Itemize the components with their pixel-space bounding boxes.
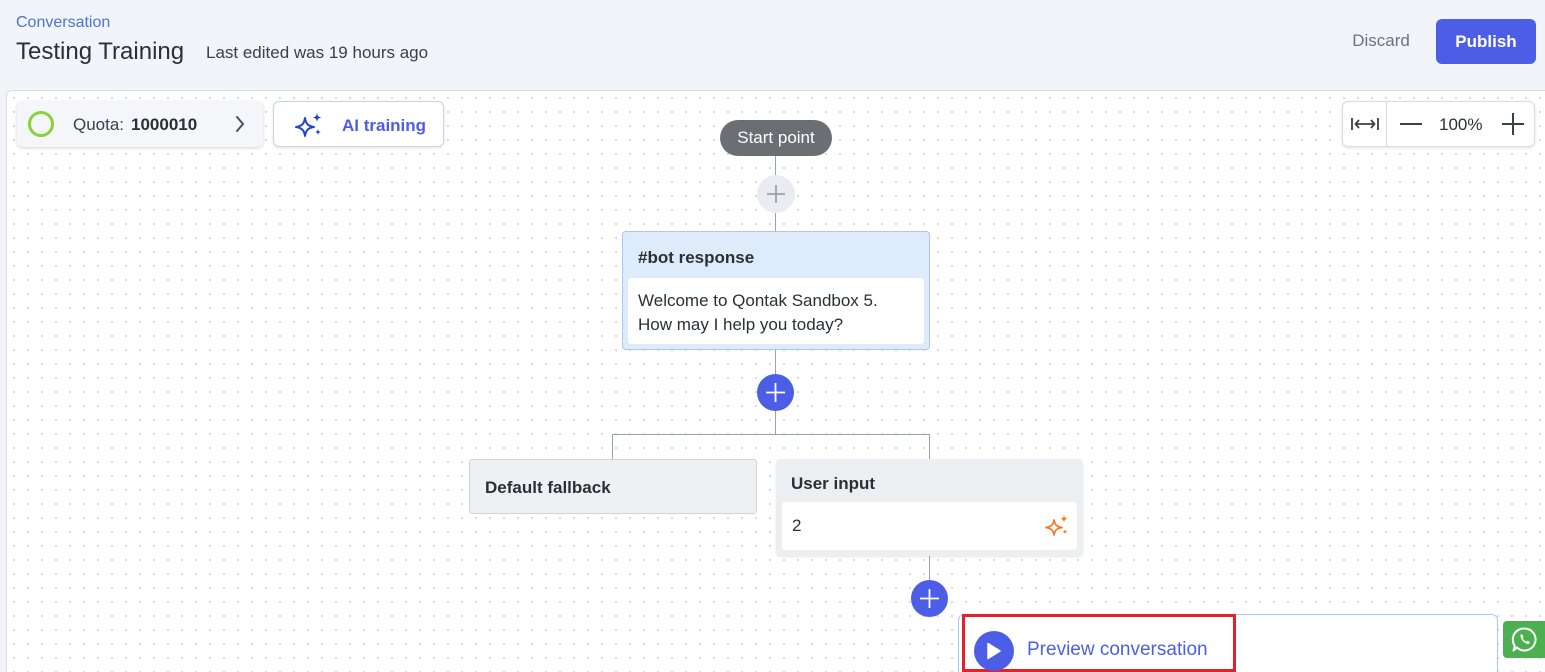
discard-button[interactable]: Discard bbox=[1340, 30, 1422, 52]
chevron-right-icon bbox=[234, 114, 246, 139]
bot-response-title: #bot response bbox=[638, 248, 755, 267]
user-input-title: User input bbox=[791, 474, 876, 493]
quota-value: 1000010 bbox=[131, 115, 198, 134]
preview-conversation-button[interactable]: Preview conversation bbox=[962, 614, 1236, 672]
plus-icon bbox=[920, 589, 939, 608]
add-step-button[interactable] bbox=[757, 175, 795, 213]
add-step-button[interactable] bbox=[911, 580, 948, 617]
minus-icon bbox=[1400, 123, 1422, 125]
sparkle-icon bbox=[1044, 514, 1070, 543]
sparkle-icon bbox=[294, 112, 324, 143]
connector-line bbox=[775, 156, 776, 175]
bot-response-message: Welcome to Qontak Sandbox 5. How may I h… bbox=[628, 278, 924, 344]
page-header: Conversation Testing Training Last edite… bbox=[0, 0, 1545, 90]
connector-line bbox=[929, 556, 930, 581]
user-input-value: 2 bbox=[792, 516, 802, 535]
page-title: Testing Training bbox=[16, 38, 185, 65]
ai-training-label: AI training bbox=[342, 116, 427, 135]
connector-line bbox=[612, 434, 613, 459]
fit-width-button[interactable] bbox=[1343, 102, 1387, 146]
user-input-body: 2 bbox=[782, 502, 1077, 550]
start-point-node[interactable]: Start point bbox=[720, 120, 832, 156]
user-input-node[interactable]: User input 2 bbox=[776, 459, 1083, 556]
connector-line bbox=[775, 410, 776, 434]
connector-line bbox=[775, 213, 776, 231]
connector-line bbox=[775, 350, 776, 375]
connector-line bbox=[929, 434, 930, 459]
quota-label: Quota: bbox=[73, 115, 125, 134]
ai-training-button[interactable]: AI training bbox=[273, 101, 444, 147]
default-fallback-node[interactable]: Default fallback bbox=[469, 459, 757, 514]
default-fallback-title: Default fallback bbox=[485, 478, 611, 497]
plus-icon bbox=[1502, 113, 1524, 135]
zoom-controls: 100% bbox=[1342, 101, 1535, 147]
bot-response-node[interactable]: #bot response Welcome to Qontak Sandbox … bbox=[622, 231, 930, 350]
preview-conversation-label: Preview conversation bbox=[1027, 639, 1208, 660]
last-edited-text: Last edited was 19 hours ago bbox=[206, 43, 429, 62]
plus-icon bbox=[766, 383, 785, 402]
connector-line bbox=[612, 434, 930, 435]
whatsapp-icon bbox=[1511, 627, 1537, 652]
whatsapp-button[interactable] bbox=[1503, 621, 1545, 658]
breadcrumb[interactable]: Conversation bbox=[16, 14, 110, 32]
zoom-out-button[interactable] bbox=[1399, 112, 1423, 136]
publish-button[interactable]: Publish bbox=[1436, 19, 1536, 64]
play-icon bbox=[974, 631, 1014, 671]
fit-width-icon bbox=[1351, 118, 1379, 130]
add-step-button[interactable] bbox=[757, 374, 794, 411]
quota-chip[interactable]: Quota: 1000010 bbox=[17, 101, 263, 147]
zoom-level: 100% bbox=[1439, 115, 1483, 134]
quota-status-icon bbox=[28, 111, 54, 137]
zoom-in-button[interactable] bbox=[1501, 112, 1525, 136]
plus-icon bbox=[767, 185, 785, 203]
